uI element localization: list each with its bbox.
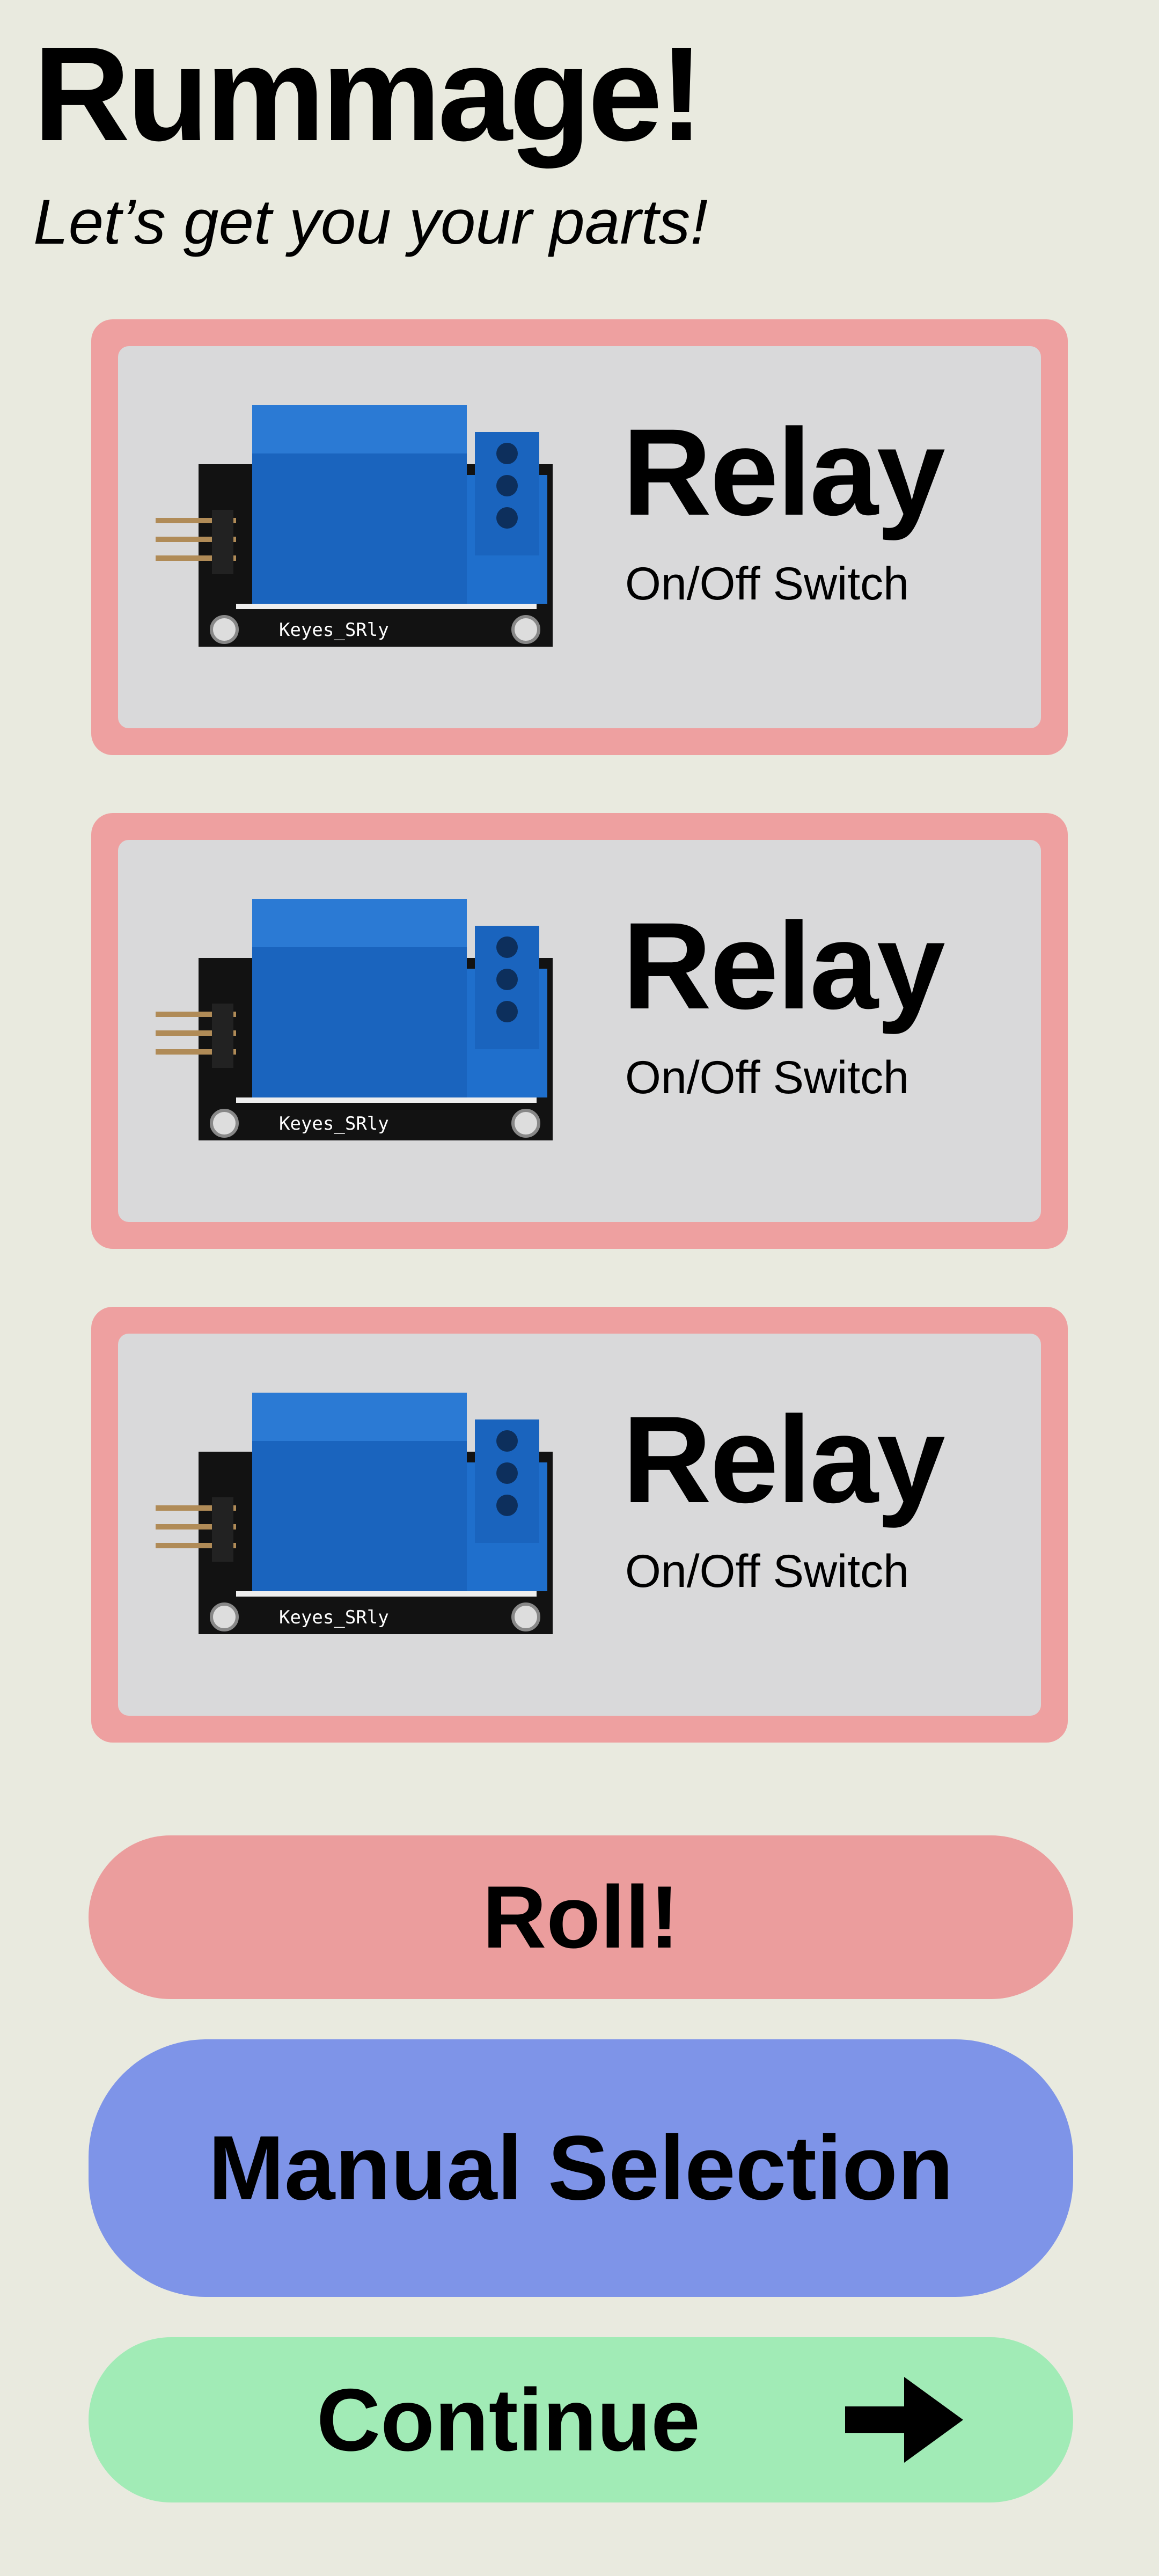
continue-button[interactable]: Continue bbox=[89, 2337, 1073, 2502]
card-title: Relay bbox=[622, 1391, 945, 1528]
manual-selection-button[interactable]: Manual Selection bbox=[89, 2039, 1073, 2297]
part-card-inner: Keyes_SRly Relay On/Off Switch bbox=[118, 346, 1041, 728]
arrow-right-icon bbox=[845, 2377, 963, 2463]
page-title: Rummage! bbox=[33, 19, 704, 169]
part-card[interactable]: Keyes_SRly Relay On/Off Switch bbox=[91, 1307, 1068, 1743]
relay-module-image: Keyes_SRly bbox=[156, 1393, 553, 1634]
roll-button[interactable]: Roll! bbox=[89, 1835, 1073, 1999]
part-card-inner: Keyes_SRly Relay On/Off Switch bbox=[118, 1334, 1041, 1716]
relay-module-image: Keyes_SRly bbox=[156, 405, 553, 647]
relay-module-image: Keyes_SRly bbox=[156, 899, 553, 1140]
part-card[interactable]: Keyes_SRly Relay On/Off Switch bbox=[91, 319, 1068, 755]
board-label: Keyes_SRly bbox=[279, 1607, 389, 1628]
card-subtitle: On/Off Switch bbox=[625, 1052, 909, 1103]
card-title: Relay bbox=[622, 897, 945, 1035]
card-title: Relay bbox=[622, 403, 945, 541]
page-subtitle: Let’s get you your parts! bbox=[33, 187, 708, 258]
part-card[interactable]: Keyes_SRly Relay On/Off Switch bbox=[91, 813, 1068, 1249]
part-card-inner: Keyes_SRly Relay On/Off Switch bbox=[118, 840, 1041, 1222]
board-label: Keyes_SRly bbox=[279, 1113, 389, 1135]
continue-label: Continue bbox=[317, 2370, 700, 2469]
board-label: Keyes_SRly bbox=[279, 619, 389, 641]
card-subtitle: On/Off Switch bbox=[625, 558, 909, 610]
card-subtitle: On/Off Switch bbox=[625, 1546, 909, 1597]
